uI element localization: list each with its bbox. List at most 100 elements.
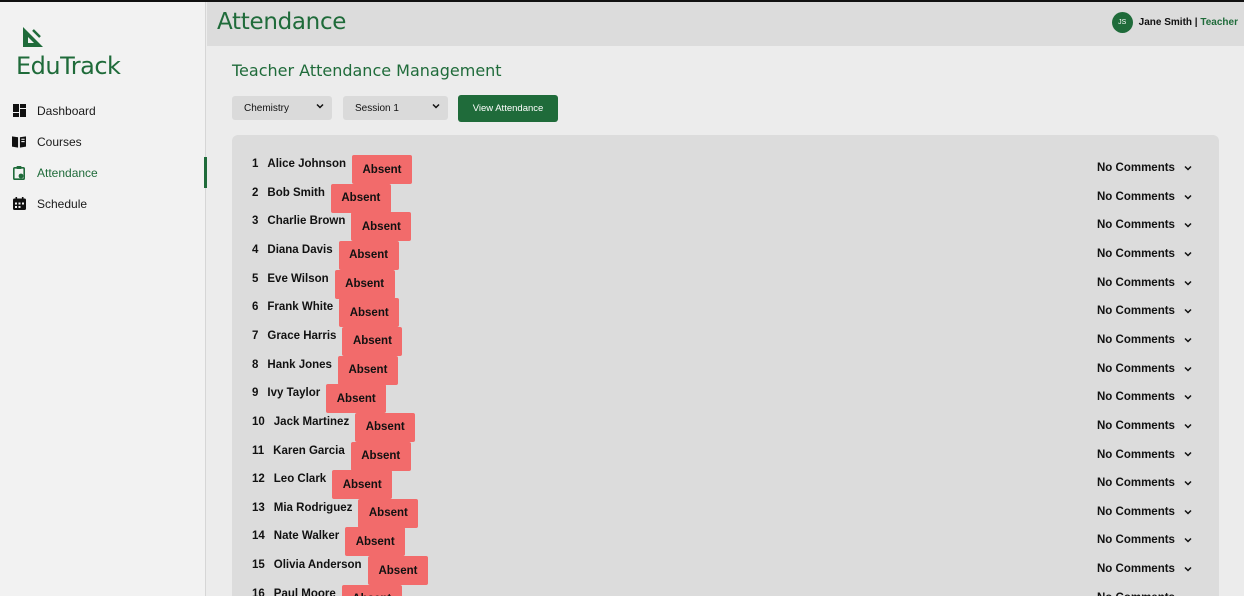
comments-dropdown[interactable]: No Comments [1097, 248, 1192, 260]
comments-label: No Comments [1097, 419, 1175, 432]
attendance-status-toggle[interactable]: Absent [358, 498, 419, 528]
comments-dropdown[interactable]: No Comments [1097, 363, 1192, 375]
chevron-down-icon [432, 103, 440, 109]
attendance-status-toggle[interactable]: Absent [351, 155, 412, 184]
student-number: 9 [252, 387, 259, 400]
comments-label: No Comments [1097, 448, 1175, 461]
comments-dropdown[interactable]: No Comments [1097, 162, 1192, 174]
comments-dropdown[interactable]: No Comments [1097, 219, 1192, 231]
comments-label: No Comments [1097, 333, 1175, 346]
sidebar-nav: Dashboard Courses Attendance Schedule [0, 95, 207, 219]
chevron-down-icon [316, 103, 324, 109]
attendance-status-toggle[interactable]: Absent [334, 269, 395, 299]
clipboard-icon [12, 165, 26, 180]
comments-label: No Comments [1097, 534, 1175, 547]
view-attendance-button[interactable]: View Attendance [458, 95, 558, 122]
attendance-status-toggle[interactable]: Absent [351, 212, 412, 242]
course-select[interactable]: Chemistry [232, 96, 332, 120]
attendance-status-toggle[interactable]: Absent [338, 240, 399, 270]
attendance-status-toggle[interactable]: Absent [330, 183, 391, 213]
comments-dropdown[interactable]: No Comments [1097, 592, 1192, 596]
student-row: 5 Eve Wilson Absent No Comments [232, 269, 1219, 299]
section-heading: Teacher Attendance Management [232, 61, 502, 80]
student-name: Olivia Anderson [273, 559, 362, 572]
comments-dropdown[interactable]: No Comments [1097, 391, 1192, 403]
comments-dropdown[interactable]: No Comments [1097, 477, 1192, 489]
attendance-status-toggle[interactable]: Absent [332, 470, 393, 500]
chevron-down-icon [1184, 223, 1192, 228]
student-row: 3 Charlie Brown Absent No Comments [232, 212, 1219, 242]
attendance-status-toggle[interactable]: Absent [367, 556, 428, 586]
chevron-down-icon [1184, 567, 1192, 572]
comments-label: No Comments [1097, 362, 1175, 375]
student-row: 7 Grace Harris Absent No Comments [232, 326, 1219, 356]
comments-label: No Comments [1097, 592, 1175, 596]
brand-name: EduTrack [16, 52, 121, 80]
student-name: Grace Harris [267, 329, 337, 342]
attendance-list: 1 Alice Johnson Absent No Comments 2 Bob Smit… [232, 135, 1219, 596]
student-number: 6 [252, 301, 259, 314]
sidebar-item-dashboard[interactable]: Dashboard [0, 95, 206, 126]
chevron-down-icon [1184, 452, 1192, 458]
student-name: Jack Martinez [273, 415, 350, 428]
attendance-status-toggle[interactable]: Absent [345, 527, 406, 557]
student-name: Hank Jones [267, 358, 332, 371]
user-name: Jane Smith [1138, 17, 1193, 28]
attendance-status-toggle[interactable]: Absent [337, 355, 398, 385]
sidebar-item-label: Schedule [37, 196, 88, 211]
student-number: 11 [252, 444, 265, 457]
student-row: 1 Alice Johnson Absent No Comments [232, 155, 1219, 184]
student-number: 3 [252, 215, 259, 228]
session-select[interactable]: Session 1 [343, 96, 448, 120]
attendance-status-toggle[interactable]: Absent [342, 326, 403, 356]
student-number: 4 [252, 243, 259, 256]
student-row: 15 Olivia Anderson Absent No Comments [232, 556, 1219, 586]
user-separator: | [1192, 17, 1201, 28]
comments-dropdown[interactable]: No Comments [1097, 191, 1192, 203]
chevron-down-icon [1184, 165, 1192, 171]
page-title: Attendance [217, 9, 347, 35]
student-number: 8 [252, 358, 259, 371]
chevron-down-icon [1184, 337, 1192, 343]
comments-dropdown[interactable]: No Comments [1097, 449, 1192, 461]
chevron-down-icon [1184, 423, 1192, 429]
comments-dropdown[interactable]: No Comments [1097, 563, 1192, 575]
comments-dropdown[interactable]: No Comments [1097, 534, 1192, 546]
student-name: Leo Clark [273, 473, 327, 486]
chevron-down-icon [1184, 194, 1192, 200]
comments-dropdown[interactable]: No Comments [1097, 277, 1192, 289]
sidebar-item-courses[interactable]: Courses [0, 126, 206, 157]
comments-dropdown[interactable]: No Comments [1097, 506, 1192, 518]
window-top-border [0, 0, 1244, 2]
student-row: 16 Paul Moore Absent No Comments [232, 584, 1219, 596]
attendance-status-toggle[interactable]: Absent [341, 584, 402, 596]
book-icon [12, 135, 26, 149]
session-select-value: Session 1 [355, 102, 399, 114]
sidebar-item-label: Dashboard [37, 103, 96, 118]
student-name: Nate Walker [273, 530, 340, 543]
attendance-status-toggle[interactable]: Absent [350, 441, 411, 471]
comments-label: No Comments [1097, 505, 1175, 518]
chevron-down-icon [1184, 251, 1192, 257]
attendance-status-toggle[interactable]: Absent [355, 412, 416, 442]
student-name: Paul Moore [273, 587, 336, 596]
attendance-status-toggle[interactable]: Absent [326, 384, 387, 414]
attendance-status-toggle[interactable]: Absent [339, 298, 400, 328]
comments-dropdown[interactable]: No Comments [1097, 334, 1192, 346]
comments-label: No Comments [1097, 305, 1175, 318]
sidebar-item-attendance[interactable]: Attendance [0, 157, 207, 188]
student-row: 10 Jack Martinez Absent No Comments [232, 412, 1219, 442]
user-role: Teacher [1200, 17, 1238, 28]
sidebar-item-schedule[interactable]: Schedule [0, 188, 206, 219]
comments-label: No Comments [1097, 391, 1175, 404]
chevron-down-icon [1184, 538, 1192, 543]
dashboard-icon [12, 104, 26, 118]
top-header: Attendance JS Jane Smith | Teacher [207, 2, 1244, 46]
comments-dropdown[interactable]: No Comments [1097, 420, 1192, 432]
student-row: 11 Karen Garcia Absent No Comments [232, 441, 1219, 471]
student-name: Karen Garcia [273, 444, 345, 457]
student-number: 7 [252, 329, 259, 342]
comments-dropdown[interactable]: No Comments [1097, 305, 1192, 317]
user-info[interactable]: JS Jane Smith | Teacher [1111, 12, 1238, 33]
avatar: JS [1111, 12, 1133, 33]
